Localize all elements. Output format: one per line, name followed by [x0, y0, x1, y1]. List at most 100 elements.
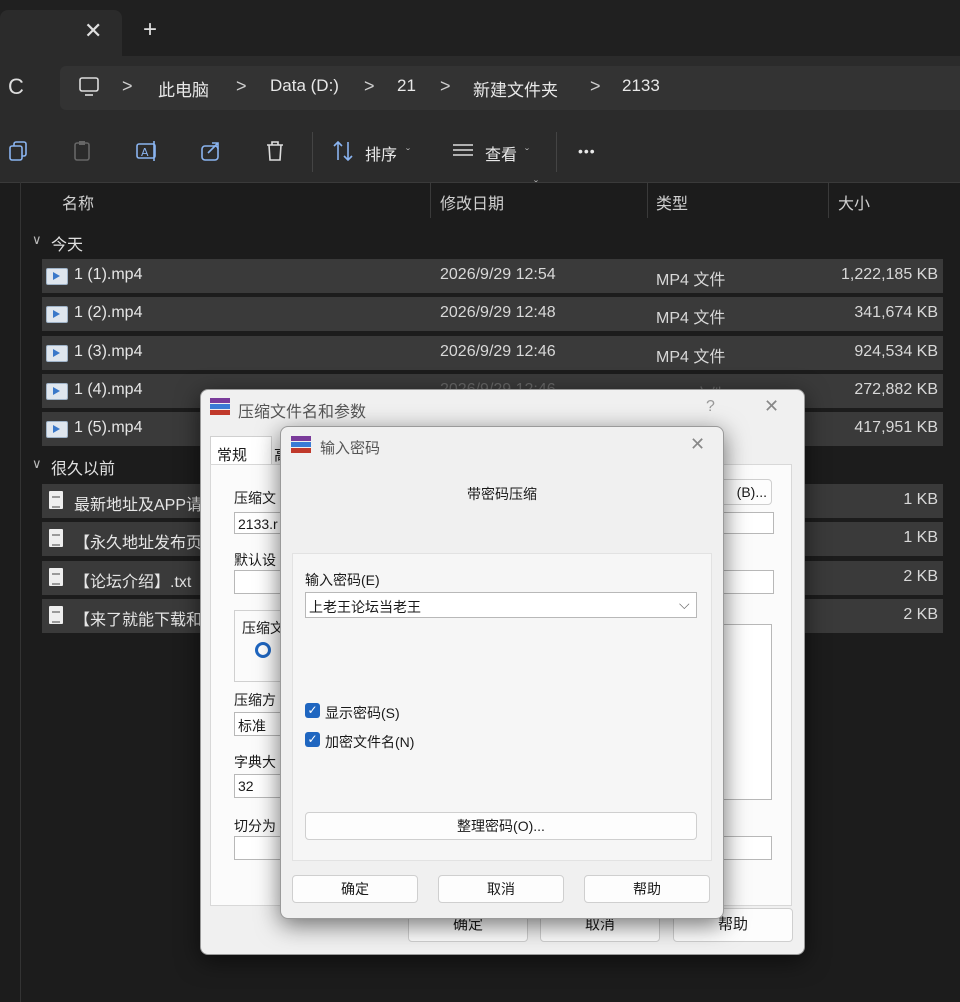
file-date: 2026/9/29 12:48 — [440, 304, 556, 321]
options-panel — [718, 624, 772, 800]
password-ok-button[interactable]: 确定 — [292, 875, 418, 903]
breadcrumb-chevron-icon: > — [236, 76, 247, 96]
svg-text:A: A — [141, 146, 149, 159]
sort-indicator-icon: ˇ — [534, 178, 538, 192]
column-header-type[interactable]: 类型 — [656, 190, 688, 214]
view-button[interactable]: 查看 — [485, 141, 517, 165]
archive-name-value: 2133.r — [238, 516, 278, 532]
column-header-size[interactable]: 大小 — [838, 190, 870, 214]
view-dropdown-icon[interactable]: ˇ — [525, 146, 529, 160]
file-name: 【论坛介绍】.txt — [74, 574, 192, 591]
show-password-checkbox[interactable]: ✓ — [305, 703, 320, 718]
nav-pane-divider — [20, 182, 21, 1002]
password-field-partial[interactable] — [718, 836, 772, 860]
archive-name-label: 压缩文 — [234, 490, 276, 506]
copy-icon[interactable] — [6, 138, 32, 164]
file-type: MP4 文件 — [656, 310, 726, 327]
new-tab-icon[interactable]: + — [143, 16, 157, 44]
file-name: 1 (4).mp4 — [74, 381, 143, 398]
tab-general-label: 常规 — [217, 447, 248, 464]
archive-format-label: 压缩文 — [242, 620, 284, 636]
encrypt-filenames-checkbox[interactable]: ✓ — [305, 732, 320, 747]
close-icon[interactable]: ✕ — [764, 396, 779, 417]
sort-button[interactable]: 排序 — [365, 141, 397, 165]
file-size: 1,222,185 KB — [841, 266, 938, 283]
organize-passwords-button[interactable]: 整理密码(O)... — [305, 812, 697, 840]
column-header-date[interactable]: 修改日期 — [440, 190, 504, 214]
file-name: 最新地址及APP请 — [74, 497, 203, 514]
breadcrumb-chevron-icon: > — [122, 76, 133, 96]
password-cancel-button[interactable]: 取消 — [438, 875, 564, 903]
video-file-icon — [46, 268, 68, 285]
winrar-icon — [291, 436, 311, 454]
file-type: MP4 文件 — [656, 272, 726, 289]
video-file-icon — [46, 383, 68, 400]
encrypt-filenames-label: 加密文件名(N) — [325, 734, 415, 750]
sort-dropdown-icon[interactable]: ˇ — [406, 146, 410, 160]
show-password-label: 显示密码(S) — [325, 705, 400, 721]
group-collapse-icon[interactable]: ∨ — [32, 456, 42, 472]
file-size: 341,674 KB — [854, 304, 938, 321]
column-divider[interactable] — [647, 182, 648, 218]
default-profile-label: 默认设 — [234, 552, 276, 568]
rename-icon[interactable]: A — [134, 138, 160, 164]
compression-method-value: 标准 — [238, 718, 266, 734]
breadcrumb-chevron-icon: > — [440, 76, 451, 96]
password-dialog-subtitle: 带密码压缩 — [467, 486, 537, 502]
text-file-icon — [49, 491, 63, 509]
help-icon[interactable]: ? — [706, 398, 715, 416]
active-tab[interactable] — [0, 10, 122, 56]
chevron-down-icon[interactable]: ⌵ — [679, 596, 690, 613]
column-divider[interactable] — [430, 182, 431, 218]
dictionary-size-value: 32 — [238, 778, 254, 794]
share-icon[interactable] — [198, 138, 224, 164]
file-date: 2026/9/29 12:46 — [440, 343, 556, 360]
column-divider[interactable] — [828, 182, 829, 218]
text-file-icon — [49, 606, 63, 624]
view-icon[interactable] — [450, 138, 476, 164]
compression-method-label: 压缩方 — [234, 692, 276, 708]
password-label: 输入密码(E) — [305, 572, 380, 588]
file-name: 1 (3).mp4 — [74, 343, 143, 360]
password-help-button[interactable]: 帮助 — [584, 875, 710, 903]
file-name: 【来了就能下载和 — [74, 612, 203, 629]
breadcrumb-21[interactable]: 21 — [397, 76, 416, 96]
group-header-long-ago[interactable]: 很久以前 — [51, 455, 115, 479]
toolbar-divider — [312, 132, 313, 172]
file-name: 【永久地址发布页 — [74, 535, 203, 552]
dictionary-size-label: 字典大 — [234, 754, 276, 770]
password-value: 上老王论坛当老王 — [309, 599, 421, 615]
breadcrumb-data-drive[interactable]: Data (D:) — [270, 76, 339, 96]
breadcrumb-2133[interactable]: 2133 — [622, 76, 660, 96]
text-file-icon — [49, 529, 63, 547]
breadcrumb-chevron-icon: > — [590, 76, 601, 96]
breadcrumb-this-pc[interactable]: 此电脑 — [158, 76, 209, 101]
refresh-icon[interactable]: C — [8, 74, 24, 100]
file-name: 1 (5).mp4 — [74, 419, 143, 436]
breadcrumb-chevron-icon: > — [364, 76, 375, 96]
toolbar-divider — [556, 132, 557, 172]
group-header-today[interactable]: 今天 — [51, 231, 83, 255]
sort-icon[interactable] — [330, 138, 356, 164]
winrar-icon — [210, 398, 230, 416]
delete-icon[interactable] — [262, 138, 288, 164]
video-file-icon — [46, 306, 68, 323]
close-icon[interactable]: ✕ — [690, 434, 705, 455]
group-collapse-icon[interactable]: ∨ — [32, 232, 42, 248]
close-tab-icon[interactable]: ✕ — [84, 18, 102, 44]
column-header-name[interactable]: 名称 — [62, 190, 94, 214]
paste-icon[interactable] — [70, 138, 96, 164]
file-size: 924,534 KB — [854, 343, 938, 360]
text-file-icon — [49, 568, 63, 586]
computer-icon[interactable] — [78, 76, 100, 98]
video-file-icon — [46, 421, 68, 438]
file-type: MP4 文件 — [656, 349, 726, 366]
password-dialog-title: 输入密码 — [320, 440, 381, 457]
split-volume-label: 切分为 — [234, 818, 276, 834]
more-options-icon[interactable]: ••• — [578, 143, 596, 159]
file-name: 1 (1).mp4 — [74, 266, 143, 283]
video-file-icon — [46, 345, 68, 362]
format-rar-radio[interactable] — [255, 642, 271, 658]
file-date: 2026/9/29 12:54 — [440, 266, 556, 283]
breadcrumb-new-folder[interactable]: 新建文件夹 — [473, 76, 558, 101]
